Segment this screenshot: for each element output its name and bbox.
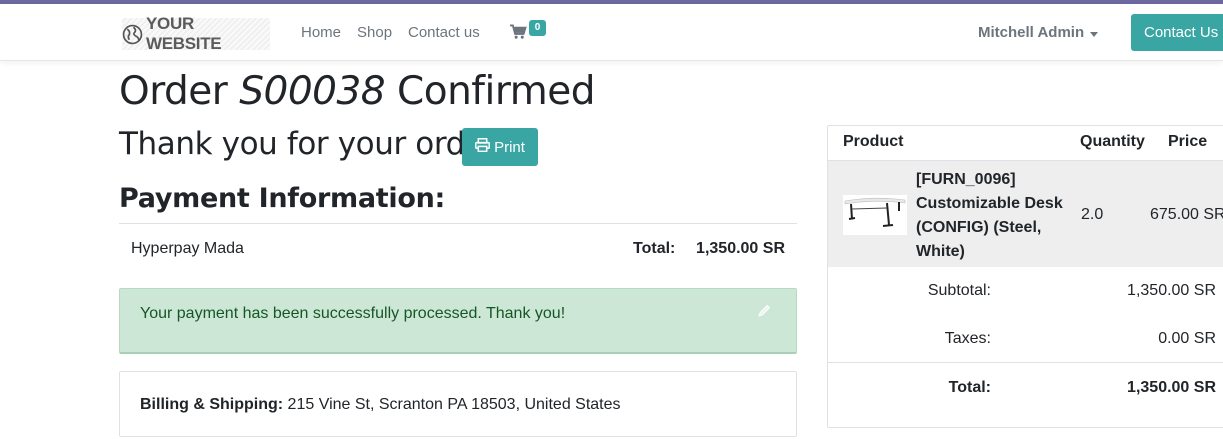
print-icon xyxy=(475,138,491,156)
taxes-label: Taxes: xyxy=(944,330,991,347)
divider xyxy=(828,362,1223,363)
cart-icon[interactable] xyxy=(510,24,527,45)
logo-text: YOUR WEBSITE xyxy=(146,14,222,53)
alert-message: Your payment has been successfully proce… xyxy=(140,305,566,322)
billing-address: 215 Vine St, Scranton PA 18503, United S… xyxy=(287,396,621,413)
cart-count-badge: 0 xyxy=(529,20,546,36)
print-button[interactable]: Print xyxy=(462,128,538,166)
billing-label: Billing & Shipping: xyxy=(140,396,284,413)
column-header-quantity: Quantity xyxy=(1080,133,1145,150)
payment-method: Hyperpay Mada xyxy=(131,240,244,257)
cart-total-label: Total: xyxy=(948,379,991,396)
column-header-product: Product xyxy=(843,133,904,150)
nav-contact-us[interactable]: Contact us xyxy=(408,24,480,41)
subtotal-value: 1,350.00 SR xyxy=(1127,282,1216,299)
payment-success-alert: Your payment has been successfully proce… xyxy=(119,288,797,354)
page-title: Order S00038 Confirmed xyxy=(119,69,595,114)
billing-shipping-card: Billing & Shipping: 215 Vine St, Scranto… xyxy=(119,371,797,437)
product-image[interactable] xyxy=(843,195,907,235)
subtotal-label: Subtotal: xyxy=(927,282,991,299)
product-price: 675.00 SR xyxy=(1150,206,1223,223)
nav-shop[interactable]: Shop xyxy=(357,24,392,41)
column-header-price: Price xyxy=(1168,133,1208,150)
order-summary-panel: Product Quantity Price [FURN_0096] Custo… xyxy=(827,125,1223,428)
payment-heading: Payment Information: xyxy=(119,183,445,214)
product-quantity: 2.0 xyxy=(1081,206,1104,223)
contact-us-button[interactable]: Contact Us xyxy=(1131,14,1223,51)
nav-home[interactable]: Home xyxy=(301,24,341,41)
payment-row: Hyperpay Mada Total: 1,350.00 SR xyxy=(119,223,797,273)
taxes-value: 0.00 SR xyxy=(1158,330,1216,347)
thank-you-heading: Thank you for your order. xyxy=(119,126,503,162)
globe-icon xyxy=(122,24,143,45)
order-number: S00038 xyxy=(239,69,386,114)
chevron-down-icon[interactable] xyxy=(1090,32,1098,37)
user-menu[interactable]: Mitchell Admin xyxy=(978,24,1084,41)
print-label: Print xyxy=(494,138,525,156)
table-row: [FURN_0096] Customizable Desk (CONFIG) (… xyxy=(828,160,1223,267)
product-name[interactable]: [FURN_0096] Customizable Desk (CONFIG) (… xyxy=(916,168,1066,264)
site-logo[interactable]: YOUR WEBSITE xyxy=(122,14,270,53)
cart-total-value: 1,350.00 SR xyxy=(1127,379,1216,396)
payment-total-label: Total: xyxy=(633,240,676,257)
navbar: YOUR WEBSITE Home Shop Contact us 0 Mitc… xyxy=(0,4,1223,61)
payment-total-value: 1,350.00 SR xyxy=(696,240,785,257)
pencil-icon[interactable] xyxy=(758,304,771,322)
